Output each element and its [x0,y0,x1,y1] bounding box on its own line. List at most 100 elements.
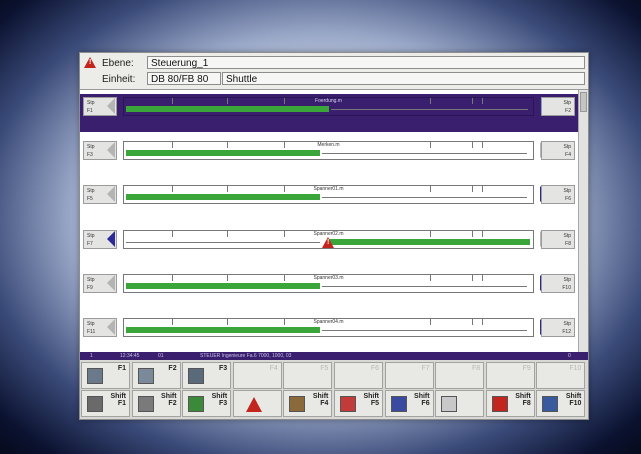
function-key[interactable]: Shift F6 [384,390,434,417]
disabled-icon [441,396,458,412]
step-progress-track: Spanner01.m [123,185,534,204]
function-key-label: Shift F3 [211,393,228,407]
button-key: F2 [565,108,571,114]
function-key-label: F10 [569,365,582,372]
function-key-label: F2 [168,365,177,372]
scrollbar[interactable] [578,90,588,352]
button-text: Stp [87,144,95,150]
status-time: 12:34:45 [120,353,140,359]
button-text: Stp [563,100,571,106]
function-key[interactable]: F3 [182,362,232,389]
arrow-left-icon [107,142,115,158]
alarm-icon[interactable]: ! [84,57,96,68]
robot-icon [87,396,103,412]
conveyor-icon [137,396,154,412]
function-key[interactable] [435,390,485,417]
button-text: Stp [87,188,95,194]
step-row[interactable]: Stp F1 Foerdung.m Stp F2 [80,94,578,120]
button-key: F1 [87,108,93,114]
step-progress-bar [126,194,320,200]
header-panel: ! Ebene: Steuerung_1 Einheit: DB 80/FB 8… [80,53,588,90]
step-progress-bar [126,106,329,112]
arrow-left-icon [107,98,115,114]
tools-icon [289,396,306,412]
ebene-label: Ebene: [102,58,134,69]
function-key[interactable]: Shift F10 [536,390,586,417]
step-row[interactable]: Stp F3 Merken.m Stp F4 [80,138,578,164]
step-progress-track: Spanner04.m [123,318,534,337]
function-key[interactable]: Shift F4 [283,390,333,417]
function-key[interactable]: F4 [232,362,282,389]
step-row[interactable]: Stp F7 Spanner02.m! Stp F8 [80,227,578,253]
step-forward-button[interactable]: Stp F4 [541,141,575,160]
einheit-label: Einheit: [102,74,136,85]
einheit-name-field: Shuttle [222,72,585,85]
step-row[interactable]: Stp F11 Spanner04.m Stp F12 [80,315,578,341]
function-key[interactable]: F10 [536,362,586,389]
step-progress-bar [126,327,320,333]
counter-icon [390,396,407,412]
step-forward-button[interactable]: Stp F6 [541,185,575,204]
arrow-icon [340,396,356,412]
button-text: Stp [87,233,95,239]
arrow-left-icon [107,231,115,247]
function-key-bar: F1 F2 F3 F4 F5 F6 F7 F8 F9 F10 Shift F1 Shift F2 Shift… [80,360,588,419]
button-text: Stp [563,277,571,283]
function-key[interactable]: Shift F3 [182,390,232,417]
step-progress-bar [327,239,530,245]
function-key[interactable]: Shift F8 [485,390,535,417]
button-text: Stp [563,233,571,239]
function-key[interactable]: F7 [384,362,434,389]
function-key[interactable]: F6 [334,362,383,389]
button-key: F8 [565,241,571,247]
step-progress-track: Foerdung.m [123,97,534,116]
function-key-label: Shift F1 [110,393,126,407]
function-key-label: F6 [370,365,379,372]
button-key: F7 [87,241,93,247]
function-key[interactable]: F2 [131,362,181,389]
function-key-label: Shift F5 [363,393,379,407]
function-key-label: Shift F8 [515,393,531,407]
warning-icon [245,397,262,412]
function-key-label: Shift F2 [161,393,177,407]
step-progress-line [322,197,527,198]
gears-icon [188,396,205,412]
function-key[interactable]: Shift F5 [334,390,383,417]
step-forward-button[interactable]: Stp F8 [541,230,575,249]
warning-icon: ! [322,237,334,248]
function-key[interactable]: F8 [435,362,485,389]
step-row[interactable]: Stp F5 Spanner01.m Stp F6 [80,182,578,208]
status-field-1: 1 [90,353,93,359]
status-field-5: 0 [568,353,571,359]
door-icon [542,396,559,412]
button-key: F5 [87,196,93,202]
step-progress-line [322,153,527,154]
function-key[interactable]: Shift F2 [131,390,181,417]
function-key[interactable] [232,390,282,417]
step-list: Stp F1 Foerdung.m Stp F2 Stp F3 Merken.m Stp F4 St… [80,90,578,352]
step-forward-button[interactable]: Stp F10 [541,274,575,293]
status-bar: 1 12:34:45 01 STEUER Ingenieure Fa.6 700… [80,352,588,360]
step-progress-track: Merken.m [123,141,534,160]
step-progress-bar [126,150,320,156]
status-field-3: 01 [158,353,164,359]
step-forward-button[interactable]: Stp F12 [541,318,575,337]
button-key: F11 [87,329,96,335]
function-key[interactable]: Shift F1 [81,390,130,417]
function-key-label: Shift F4 [312,393,329,407]
step-forward-button[interactable]: Stp F2 [541,97,575,116]
status-message: STEUER Ingenieure Fa.6 7000, 1000, 03 [200,353,292,359]
function-key-label: F4 [269,365,278,372]
function-key-label: F5 [320,365,329,372]
step-progress-line [322,286,527,287]
function-key[interactable]: F5 [283,362,333,389]
step-label: Merken.m [317,142,340,148]
step-row[interactable]: Stp F9 Spanner03.m Stp F10 [80,271,578,297]
function-key[interactable]: F1 [81,362,130,389]
button-text: Stp [87,321,95,327]
scroll-thumb[interactable] [580,92,587,112]
printer-icon [137,368,154,384]
step-label: Foerdung.m [315,98,342,104]
panel-icon [188,368,205,384]
function-key[interactable]: F9 [485,362,535,389]
